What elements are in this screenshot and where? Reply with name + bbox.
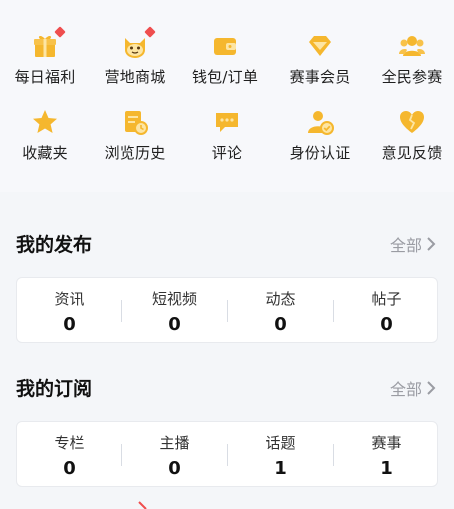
my-subscriptions-title: 我的订阅 xyxy=(16,378,93,400)
stat-label: 赛事 xyxy=(371,434,402,452)
shortcut-label: 浏览历史 xyxy=(104,144,166,162)
stat-topics[interactable]: 话题 1 xyxy=(228,422,333,488)
stat-events[interactable]: 赛事 1 xyxy=(334,422,439,488)
shortcut-favorites[interactable]: 收藏夹 xyxy=(0,100,90,170)
shortcut-label: 意见反馈 xyxy=(381,144,443,162)
broken-heart-icon xyxy=(398,108,426,136)
stat-label: 资讯 xyxy=(54,290,85,308)
my-posts-card: 资讯 0 短视频 0 动态 0 帖子 0 xyxy=(16,277,438,343)
star-icon xyxy=(31,108,59,136)
shortcut-label: 全民参赛 xyxy=(381,68,443,86)
stat-short-video[interactable]: 短视频 0 xyxy=(122,278,227,344)
shortcut-camp-shop[interactable]: 营地商城 xyxy=(90,24,180,94)
stat-value: 0 xyxy=(63,314,76,335)
my-posts-see-all[interactable]: 全部 xyxy=(390,232,436,256)
shortcut-daily-welfare[interactable]: 每日福利 xyxy=(0,24,90,94)
stat-columns[interactable]: 专栏 0 xyxy=(17,422,122,488)
stat-label: 话题 xyxy=(265,434,296,452)
stat-label: 主播 xyxy=(159,434,190,452)
gift-icon xyxy=(31,32,59,60)
chevron-right-icon xyxy=(427,381,436,395)
shortcut-label: 每日福利 xyxy=(14,68,76,86)
history-icon xyxy=(121,108,149,136)
shortcut-browse-history[interactable]: 浏览历史 xyxy=(90,100,180,170)
stat-value: 1 xyxy=(380,458,393,479)
partial-icon xyxy=(138,501,147,509)
wallet-icon xyxy=(211,32,239,60)
stat-news[interactable]: 资讯 0 xyxy=(17,278,122,344)
comment-icon xyxy=(213,108,241,136)
stat-value: 0 xyxy=(168,458,181,479)
my-subscriptions-see-all[interactable]: 全部 xyxy=(390,376,436,400)
stat-value: 1 xyxy=(274,458,287,479)
stat-label: 专栏 xyxy=(54,434,85,452)
see-all-label: 全部 xyxy=(389,236,422,255)
shortcut-feedback[interactable]: 意见反馈 xyxy=(367,100,454,170)
stat-posts[interactable]: 帖子 0 xyxy=(334,278,439,344)
stat-value: 0 xyxy=(380,314,393,335)
shortcut-grid: 每日福利 营地商城 钱包/订单 赛事会员 全民参赛 收藏夹 浏览历史 评论 身份… xyxy=(0,0,454,192)
my-posts-title: 我的发布 xyxy=(16,234,93,256)
shortcut-comments[interactable]: 评论 xyxy=(182,100,272,170)
chevron-right-icon xyxy=(427,237,436,251)
shortcut-label: 评论 xyxy=(211,144,243,162)
stat-value: 0 xyxy=(274,314,287,335)
stat-streamers[interactable]: 主播 0 xyxy=(122,422,227,488)
mascot-shop-icon xyxy=(121,32,149,60)
group-icon xyxy=(398,32,426,60)
shortcut-label: 赛事会员 xyxy=(289,68,351,86)
stat-label: 动态 xyxy=(265,290,296,308)
diamond-icon xyxy=(306,32,334,60)
shortcut-label: 收藏夹 xyxy=(22,144,68,162)
stat-moments[interactable]: 动态 0 xyxy=(228,278,333,344)
stat-value: 0 xyxy=(63,458,76,479)
shortcut-identity-verify[interactable]: 身份认证 xyxy=(275,100,365,170)
shortcut-all-compete[interactable]: 全民参赛 xyxy=(367,24,454,94)
shortcut-event-membership[interactable]: 赛事会员 xyxy=(275,24,365,94)
shortcut-label: 身份认证 xyxy=(289,144,351,162)
stat-label: 短视频 xyxy=(151,290,197,308)
shortcut-label: 钱包/订单 xyxy=(191,68,259,86)
my-subscriptions-card: 专栏 0 主播 0 话题 1 赛事 1 xyxy=(16,421,438,487)
see-all-label: 全部 xyxy=(389,380,422,399)
shortcut-label: 营地商城 xyxy=(104,68,166,86)
stat-label: 帖子 xyxy=(371,290,402,308)
verified-user-icon xyxy=(306,108,334,136)
stat-value: 0 xyxy=(168,314,181,335)
shortcut-wallet-orders[interactable]: 钱包/订单 xyxy=(180,24,270,94)
